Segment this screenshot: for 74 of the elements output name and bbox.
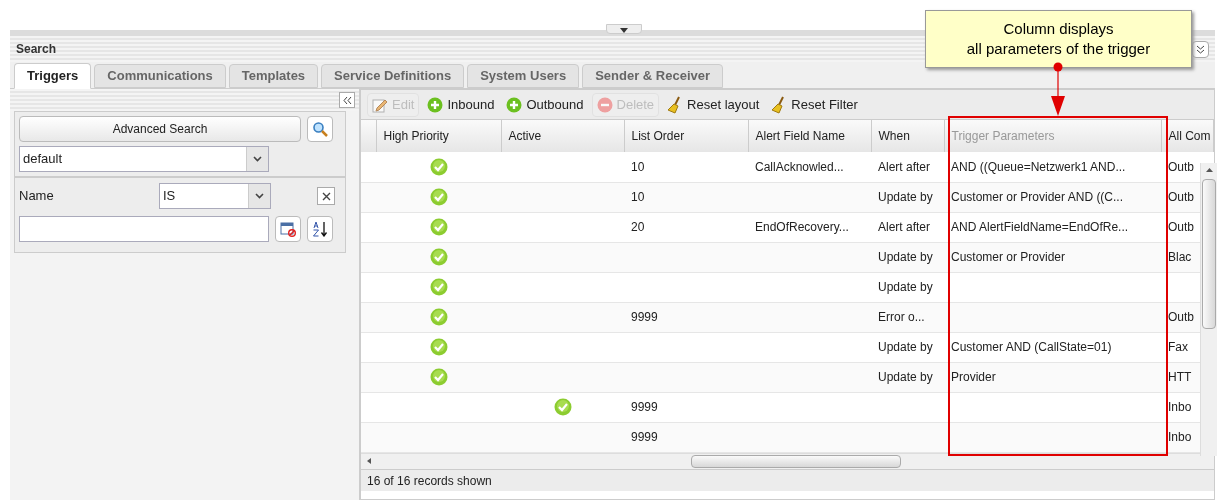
vertical-scrollbar[interactable] <box>1200 163 1217 456</box>
expand-handle[interactable] <box>606 24 642 34</box>
toolbar-button[interactable]: Reset Filter <box>767 92 862 117</box>
advanced-search-button[interactable]: Advanced Search <box>19 116 301 142</box>
table-cell: HTT <box>1168 370 1192 384</box>
toolbar-button[interactable]: Reset layout <box>663 92 764 117</box>
table-cell: Update by <box>878 280 933 294</box>
filter-input[interactable] <box>19 216 269 242</box>
caret-down-icon <box>253 156 262 162</box>
pencil-icon <box>372 96 388 113</box>
table-cell: AND AlertFieldName=EndOfRe... <box>951 220 1129 234</box>
table-cell: Update by <box>878 340 933 354</box>
table-cell: Inbo <box>1168 430 1192 444</box>
double-caret-left-icon <box>342 95 352 105</box>
table-cell: Inbo <box>1168 400 1192 414</box>
table-cell: Provider <box>951 370 996 384</box>
callout-arrow <box>1048 62 1068 116</box>
plus-icon <box>506 96 523 113</box>
table-cell: Outb <box>1168 220 1194 234</box>
table-cell: CallAcknowled... <box>755 159 844 174</box>
table-cell: 20 <box>631 220 645 234</box>
table-cell: Outb <box>1168 190 1194 204</box>
collapse-left-button[interactable] <box>339 92 355 108</box>
search-icon <box>312 121 328 137</box>
filter-label: Name <box>19 187 55 206</box>
double-caret-down-icon <box>1196 44 1205 54</box>
caret-down-icon <box>255 193 264 199</box>
table-cell: 9999 <box>631 310 658 324</box>
close-icon <box>321 191 331 201</box>
table-cell: 9999 <box>631 400 658 414</box>
table-cell: 10 <box>631 190 645 204</box>
table-cell: 10 <box>631 159 645 174</box>
table-cell: Update by <box>878 250 933 264</box>
tab[interactable]: Service Definitions <box>321 64 465 88</box>
status-text: 16 of 16 records shown <box>361 468 1214 491</box>
table-cell: Customer AND (CallState=01) <box>951 340 1112 354</box>
operator-dropdown[interactable]: IS <box>159 183 271 209</box>
tab[interactable]: Sender & Receiver <box>582 64 724 88</box>
table-cell: Alert after <box>878 159 931 174</box>
preset-dropdown[interactable]: default <box>19 146 269 172</box>
remove-filter-button[interactable] <box>317 187 335 205</box>
tab[interactable]: Triggers <box>14 63 92 89</box>
table-cell: Customer or Provider AND ((C... <box>951 190 1124 204</box>
sort-az-icon <box>312 221 328 237</box>
table-cell: Customer or Provider <box>951 250 1066 264</box>
tab[interactable]: Templates <box>228 64 319 88</box>
clear-filter-button[interactable] <box>275 216 301 242</box>
caret-icon <box>620 28 628 33</box>
table-cell: AND ((Queue=Netzwerk1 AND... <box>951 159 1126 174</box>
table-cell: Error o... <box>878 310 925 324</box>
table-cell: Alert after <box>878 220 931 234</box>
sort-button[interactable] <box>307 216 333 242</box>
table-cell: Fax <box>1168 340 1188 354</box>
table-cell: 9999 <box>631 430 658 444</box>
scroll-left-icon[interactable] <box>365 457 373 465</box>
no-calendar-icon <box>280 221 296 237</box>
collapse-button[interactable] <box>1192 40 1209 58</box>
table-cell: Update by <box>878 190 933 204</box>
minus-icon <box>596 96 613 113</box>
table-cell: Blac <box>1168 250 1192 264</box>
callout-text: all parameters of the trigger <box>966 39 1151 59</box>
table-cell: Update by <box>878 370 933 384</box>
toolbar-button[interactable]: Inbound <box>423 92 499 117</box>
tab[interactable]: Communications <box>94 64 226 88</box>
table-cell: EndOfRecovery... <box>755 220 849 234</box>
callout-text: Column displays <box>1003 19 1114 39</box>
search-button[interactable] <box>307 116 333 142</box>
toolbar-button[interactable]: Outbound <box>502 92 588 117</box>
panel-title: Search <box>16 41 57 58</box>
table-cell: Outb <box>1168 159 1194 174</box>
scroll-up-icon[interactable] <box>1204 167 1214 173</box>
plus-icon <box>427 96 444 113</box>
tab[interactable]: System Users <box>467 64 580 88</box>
table-cell: Outb <box>1168 310 1194 324</box>
